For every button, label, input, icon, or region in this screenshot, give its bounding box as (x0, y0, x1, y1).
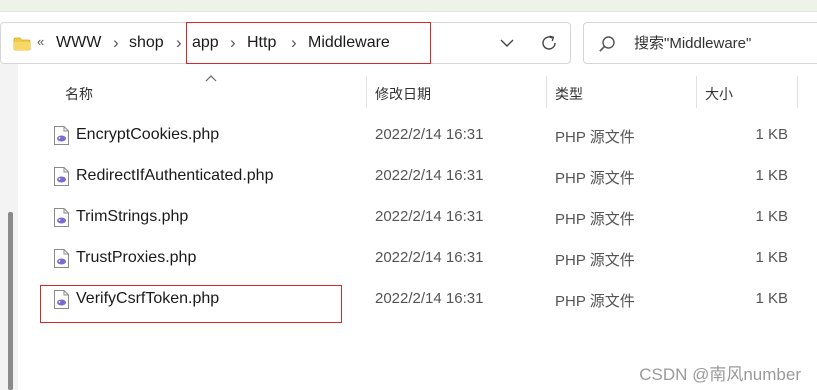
watermark: CSDN @南风number (639, 365, 801, 384)
php-file-icon (54, 208, 69, 227)
file-row[interactable]: RedirectIfAuthenticated.php 2022/2/14 16… (20, 155, 817, 196)
search-icon (599, 36, 615, 52)
address-bar[interactable]: « WWW › shop › app › Http › Middleware (0, 22, 571, 64)
breadcrumb-middleware[interactable]: Middleware (308, 34, 390, 52)
file-modified-date: 2022/2/14 16:31 (375, 249, 484, 266)
column-header-modified[interactable]: 修改日期 (375, 84, 431, 104)
breadcrumb-separator[interactable]: › (113, 33, 119, 53)
breadcrumb-www[interactable]: WWW (56, 34, 101, 52)
file-type: PHP 源文件 (555, 129, 635, 146)
file-name: TrimStrings.php (76, 208, 189, 225)
file-modified-date: 2022/2/14 16:31 (375, 167, 484, 184)
file-type: PHP 源文件 (555, 211, 635, 228)
file-row[interactable]: TrimStrings.php 2022/2/14 16:31 PHP 源文件 … (20, 196, 817, 237)
php-file-icon (54, 167, 69, 186)
breadcrumb-separator[interactable]: › (230, 33, 236, 53)
file-size: 1 KB (755, 249, 788, 266)
file-size: 1 KB (755, 126, 788, 143)
chevron-down-icon[interactable] (497, 33, 517, 53)
window-top-strip (0, 0, 817, 12)
php-file-icon (54, 249, 69, 268)
column-divider[interactable] (546, 76, 547, 108)
overflow-chevron-icon[interactable]: « (37, 34, 44, 49)
breadcrumb-app[interactable]: app (192, 34, 219, 52)
column-divider[interactable] (696, 76, 697, 108)
column-divider[interactable] (797, 76, 798, 108)
column-header-type[interactable]: 类型 (555, 84, 583, 104)
file-name: TrustProxies.php (76, 249, 197, 266)
file-size: 1 KB (755, 208, 788, 225)
column-header-name[interactable]: 名称 (65, 84, 93, 104)
file-type: PHP 源文件 (555, 293, 635, 310)
file-row[interactable]: TrustProxies.php 2022/2/14 16:31 PHP 源文件… (20, 237, 817, 278)
php-file-icon (54, 126, 69, 145)
file-row[interactable]: EncryptCookies.php 2022/2/14 16:31 PHP 源… (20, 114, 817, 155)
file-type: PHP 源文件 (555, 252, 635, 269)
breadcrumb-separator[interactable]: › (291, 33, 297, 53)
file-modified-date: 2022/2/14 16:31 (375, 126, 484, 143)
file-size: 1 KB (755, 290, 788, 307)
file-modified-date: 2022/2/14 16:31 (375, 208, 484, 225)
refresh-icon[interactable] (539, 33, 559, 53)
column-header-size[interactable]: 大小 (705, 84, 733, 104)
file-name: RedirectIfAuthenticated.php (76, 167, 274, 184)
file-row[interactable]: VerifyCsrfToken.php 2022/2/14 16:31 PHP … (20, 278, 817, 319)
column-divider[interactable] (366, 76, 367, 108)
search-box[interactable] (583, 22, 817, 64)
file-name: VerifyCsrfToken.php (76, 290, 220, 307)
folder-icon (13, 37, 31, 51)
file-type: PHP 源文件 (555, 170, 635, 187)
sort-ascending-icon (205, 75, 217, 82)
scrollbar-thumb[interactable] (8, 212, 13, 390)
breadcrumb-separator[interactable]: › (176, 33, 182, 53)
file-modified-date: 2022/2/14 16:31 (375, 290, 484, 307)
file-name: EncryptCookies.php (76, 126, 220, 143)
file-size: 1 KB (755, 167, 788, 184)
breadcrumb-shop[interactable]: shop (129, 34, 164, 52)
php-file-icon (54, 290, 69, 309)
breadcrumb-http[interactable]: Http (247, 34, 276, 52)
search-input[interactable] (634, 23, 817, 63)
